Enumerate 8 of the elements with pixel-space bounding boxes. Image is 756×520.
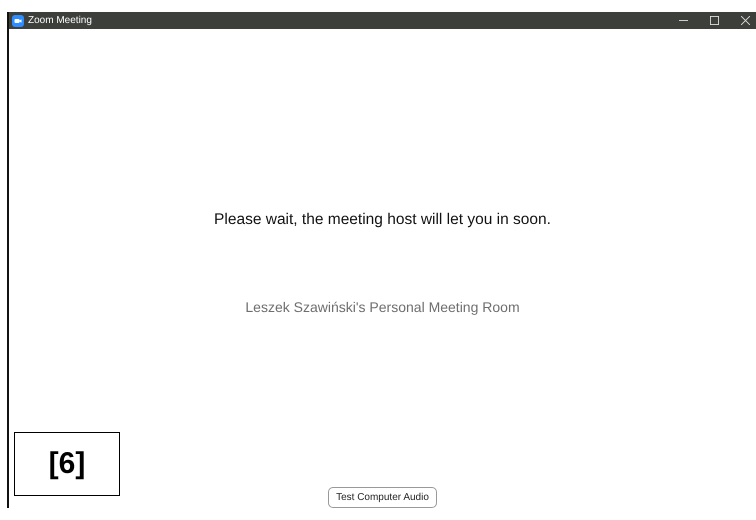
close-icon[interactable] bbox=[741, 16, 750, 25]
test-audio-button[interactable]: Test Computer Audio bbox=[328, 487, 437, 508]
waiting-message: Please wait, the meeting host will let you in soon. bbox=[214, 211, 551, 229]
maximize-icon[interactable] bbox=[710, 16, 719, 25]
meeting-room-name: Leszek Szawiński's Personal Meeting Room bbox=[245, 299, 520, 315]
figure-label: [6] bbox=[14, 432, 120, 496]
window-title: Zoom Meeting bbox=[28, 15, 92, 26]
video-camera-icon bbox=[12, 14, 24, 26]
